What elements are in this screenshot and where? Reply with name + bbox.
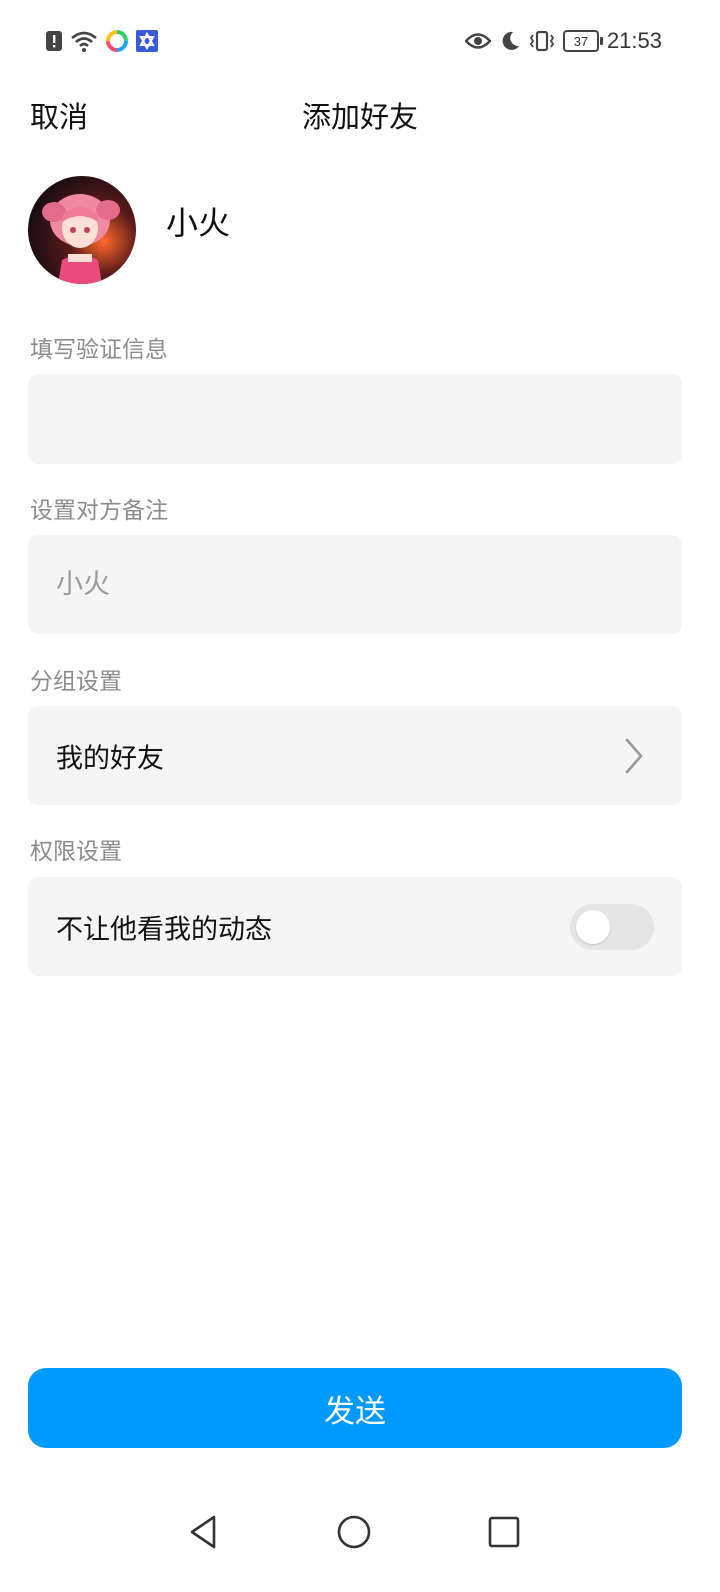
status-time: 21:53	[606, 28, 662, 53]
group-selector[interactable]: 我的好友	[28, 706, 682, 805]
wifi-icon	[71, 31, 97, 52]
remark-field[interactable]	[28, 535, 682, 634]
send-button[interactable]: 发送	[28, 1368, 682, 1448]
group-value: 我的好友	[56, 743, 164, 774]
remark-input[interactable]	[28, 535, 682, 634]
back-icon[interactable]	[184, 1512, 224, 1552]
verification-input[interactable]	[28, 374, 682, 464]
battery-level: 37	[573, 33, 589, 49]
hide-moments-toggle[interactable]	[570, 903, 654, 950]
group-label: 分组设置	[30, 669, 122, 695]
permission-label: 权限设置	[30, 839, 122, 865]
status-left-icons	[46, 30, 158, 52]
battery-icon: 37	[562, 30, 603, 52]
moon-icon	[502, 31, 519, 50]
alert-icon	[46, 31, 62, 51]
status-bar: 37 21:53	[0, 0, 720, 86]
app-icon	[106, 30, 128, 52]
profile-card: 小火	[28, 176, 692, 284]
profile-name: 小火	[166, 204, 231, 242]
chevron-right-icon	[625, 738, 643, 773]
system-nav-bar	[0, 1500, 720, 1562]
permission-row: 不让他看我的动态	[28, 877, 682, 976]
remark-label: 设置对方备注	[30, 498, 168, 524]
app-icon-blue	[136, 30, 158, 52]
recents-icon[interactable]	[484, 1512, 524, 1552]
verification-label: 填写验证信息	[30, 337, 168, 363]
vibrate-icon	[529, 30, 555, 52]
avatar[interactable]	[28, 176, 136, 284]
home-icon[interactable]	[334, 1512, 374, 1552]
toggle-knob	[576, 909, 610, 944]
permission-option-label: 不让他看我的动态	[56, 914, 272, 945]
status-right-icons: 37 21:53	[464, 28, 662, 54]
eye-icon	[464, 33, 491, 49]
verification-field[interactable]	[28, 374, 682, 464]
page-title: 添加好友	[301, 100, 418, 134]
nav-bar: 取消 添加好友	[0, 86, 720, 148]
